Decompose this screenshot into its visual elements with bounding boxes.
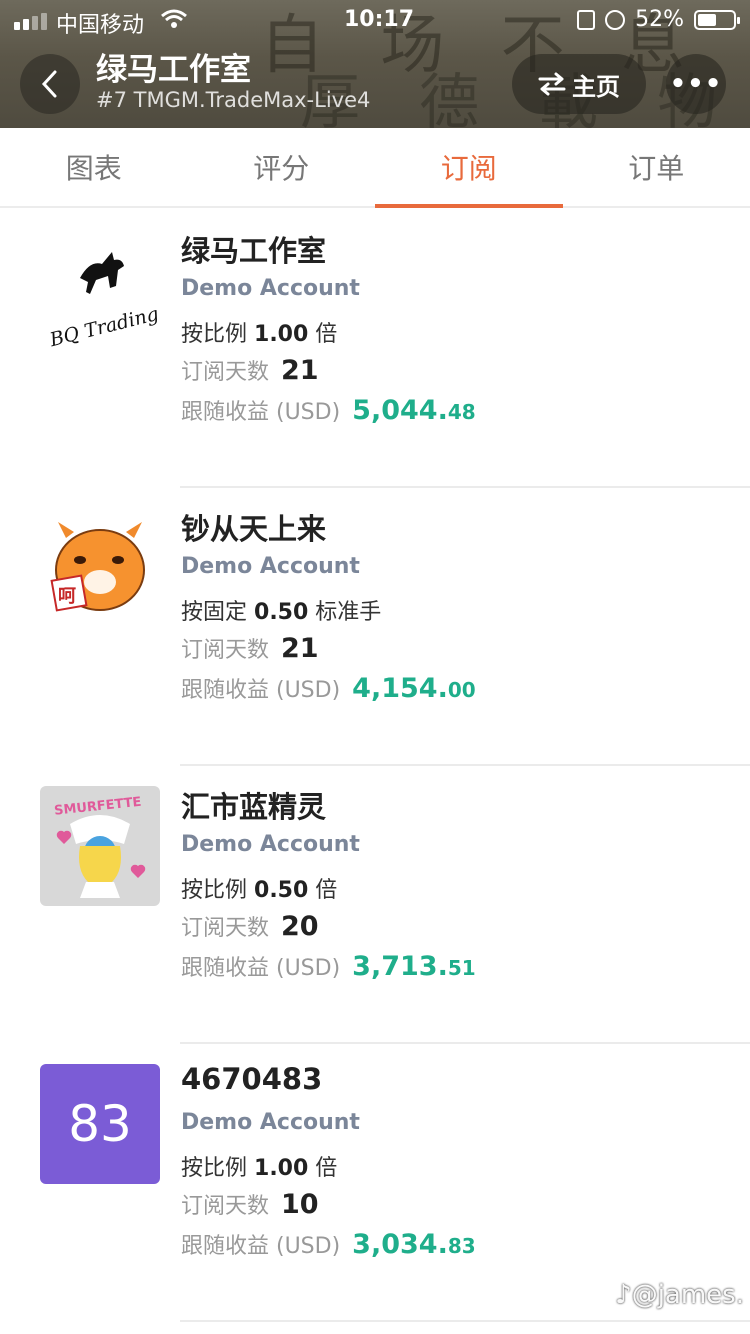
account-type: Demo Account — [181, 1110, 360, 1135]
tab-bar: 图表 评分 订阅 订单 — [0, 128, 750, 208]
follow-profit: 跟随收益 (USD) 5,044.48 — [181, 395, 476, 426]
battery-icon — [694, 9, 740, 30]
account-type: Demo Account — [181, 554, 360, 579]
trader-name: 4670483 — [181, 1062, 323, 1096]
back-button[interactable] — [20, 54, 80, 114]
trader-name: 汇市蓝精灵 — [181, 790, 327, 824]
tab-subscriptions[interactable]: 订阅 — [375, 128, 563, 208]
copy-mode: 按比例 1.00 倍 — [181, 322, 338, 347]
follow-profit: 跟随收益 (USD) 3,034.83 — [181, 1229, 476, 1260]
subscription-days: 订阅天数 21 — [181, 355, 319, 386]
list-item[interactable]: BQ Trading 绿马工作室 Demo Account 按比例 1.00 倍… — [0, 210, 750, 488]
wifi-icon — [160, 8, 188, 36]
home-button[interactable]: 主页 — [512, 54, 646, 114]
trader-name: 钞从天上来 — [181, 512, 327, 546]
page-title: 绿马工作室 — [96, 52, 251, 88]
svg-text:BQ Trading: BQ Trading — [47, 303, 160, 350]
rotation-lock-icon — [605, 9, 626, 30]
page-subtitle: #7 TMGM.TradeMax-Live4 — [96, 88, 371, 112]
list-item[interactable]: SMURFETTE 汇市蓝精灵 Demo Account 按比例 0.50 倍 … — [0, 766, 750, 1044]
trader-name: 绿马工作室 — [181, 234, 327, 268]
more-button[interactable]: ••• — [666, 54, 726, 114]
subscription-list: BQ Trading 绿马工作室 Demo Account 按比例 1.00 倍… — [0, 210, 750, 1322]
subscription-days: 订阅天数 21 — [181, 633, 319, 664]
follow-profit: 跟随收益 (USD) 4,154.00 — [181, 673, 476, 704]
id-card-icon — [577, 9, 596, 30]
account-type: Demo Account — [181, 276, 360, 301]
social-logo-icon: ♪ — [615, 1280, 632, 1310]
status-bar: 中国移动 10:17 52% — [0, 0, 750, 40]
carrier-label: 中国移动 — [56, 13, 145, 38]
swap-arrows-icon — [538, 72, 566, 96]
avatar: 83 — [40, 1064, 160, 1184]
watermark: ♪@james. — [615, 1280, 744, 1310]
status-time: 10:17 — [344, 7, 415, 32]
app-header: 自 场 不 息 厚 德 載 物 中国移动 10:17 52% 绿马工作室 #7 … — [0, 0, 750, 128]
more-dots-icon: ••• — [669, 69, 723, 99]
tab-orders[interactable]: 订单 — [563, 128, 750, 206]
home-button-label: 主页 — [572, 72, 620, 101]
copy-mode: 按比例 1.00 倍 — [181, 1156, 338, 1181]
tab-chart[interactable]: 图表 — [0, 128, 188, 206]
subscription-days: 订阅天数 10 — [181, 1189, 319, 1220]
chevron-left-icon — [41, 70, 57, 98]
tab-rating[interactable]: 评分 — [188, 128, 376, 206]
account-type: Demo Account — [181, 832, 360, 857]
list-item[interactable]: 呵 钞从天上来 Demo Account 按固定 0.50 标准手 订阅天数 21… — [0, 488, 750, 766]
svg-text:呵: 呵 — [58, 586, 76, 607]
battery-percent: 52% — [635, 7, 684, 32]
follow-profit: 跟随收益 (USD) 3,713.51 — [181, 951, 476, 982]
avatar: 呵 — [40, 508, 160, 628]
divider — [180, 1320, 750, 1322]
copy-mode: 按固定 0.50 标准手 — [181, 600, 382, 625]
subscription-days: 订阅天数 20 — [181, 911, 319, 942]
avatar: SMURFETTE — [40, 786, 160, 906]
avatar: BQ Trading — [40, 230, 160, 350]
copy-mode: 按比例 0.50 倍 — [181, 878, 338, 903]
signal-icon — [14, 13, 47, 30]
